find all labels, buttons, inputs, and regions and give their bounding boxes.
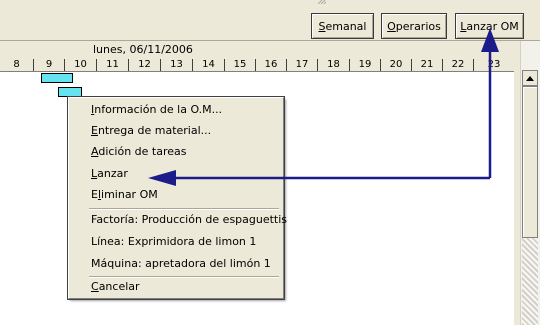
semanal-button[interactable]: Semanal [311, 13, 374, 39]
hour-cell: 16 [256, 59, 287, 71]
hour-cell: 17 [287, 59, 318, 71]
hour-cell: 22 [443, 59, 474, 71]
scrollbar-thumb[interactable] [522, 86, 538, 238]
menu-label: ancelar [98, 280, 140, 293]
resize-grip-icon [318, 0, 326, 4]
menu-item-entrega-material[interactable]: Entrega de material... [91, 122, 211, 140]
menu-item-maquina[interactable]: Máquina: apretadora del limón 1 [91, 255, 271, 273]
hour-cell: 9 [34, 59, 65, 71]
hour-cell: 15 [225, 59, 256, 71]
menu-label: iminar OM [101, 188, 158, 201]
menu-label: ntrega de material... [97, 124, 212, 137]
hour-cell: 23 [487, 59, 501, 70]
lanzar-om-label: anzar OM [466, 19, 519, 33]
operarios-label: perarios [395, 19, 441, 33]
menu-separator [89, 208, 279, 210]
date-label: lunes, 06/11/2006 [93, 43, 193, 56]
menu-label-prefix: E [91, 188, 98, 201]
date-header: lunes, 06/11/2006 [0, 41, 514, 60]
scroll-up-button[interactable] [522, 70, 538, 86]
menu-item-cancelar[interactable]: Cancelar [91, 278, 140, 296]
hour-cell: 18 [318, 59, 350, 71]
menu-item-lanzar[interactable]: Lanzar [91, 165, 128, 183]
semanal-mnemonic: S [318, 19, 326, 33]
menu-label: dición de tareas [98, 145, 187, 158]
hour-cell: 19 [350, 59, 381, 71]
hour-cell: 12 [129, 59, 161, 71]
task-bar[interactable] [41, 73, 73, 83]
menu-item-linea[interactable]: Línea: Exprimidora de limon 1 [91, 233, 256, 251]
menu-item-factoria[interactable]: Factoría: Producción de espaguettis [91, 211, 287, 229]
hour-cell: 10 [65, 59, 97, 71]
lanzar-om-button[interactable]: Lanzar OM [455, 13, 524, 39]
menu-label: anzar [97, 167, 128, 180]
menu-item-informacion[interactable]: Información de la O.M... [91, 101, 222, 119]
hour-cell: 13 [161, 59, 193, 71]
operarios-mnemonic: O [387, 19, 396, 33]
context-menu: Información de la O.M... Entrega de mate… [67, 96, 287, 300]
toolbar: Semanal Operarios Lanzar OM [0, 0, 540, 41]
hour-cell: 21 [412, 59, 443, 71]
hour-cell: 8 [0, 59, 34, 71]
task-bar[interactable] [58, 87, 82, 97]
menu-mnemonic: C [91, 280, 99, 293]
menu-item-eliminar-om[interactable]: Eliminar OM [91, 186, 158, 204]
hour-cell: 20 [381, 59, 412, 71]
hour-cell: 14 [193, 59, 225, 71]
menu-label: nformación de la O.M... [94, 103, 223, 116]
hour-cell: 11 [97, 59, 129, 71]
semanal-label: emanal [325, 19, 367, 33]
menu-item-adicion-tareas[interactable]: Adición de tareas [91, 143, 187, 161]
operarios-button[interactable]: Operarios [381, 13, 447, 39]
hour-ruler: 8 9 10 11 12 13 14 15 16 17 18 19 20 21 … [0, 59, 514, 72]
scrollbar-track[interactable] [522, 238, 538, 325]
menu-mnemonic: E [91, 124, 98, 137]
arrow-up-icon [526, 75, 534, 81]
